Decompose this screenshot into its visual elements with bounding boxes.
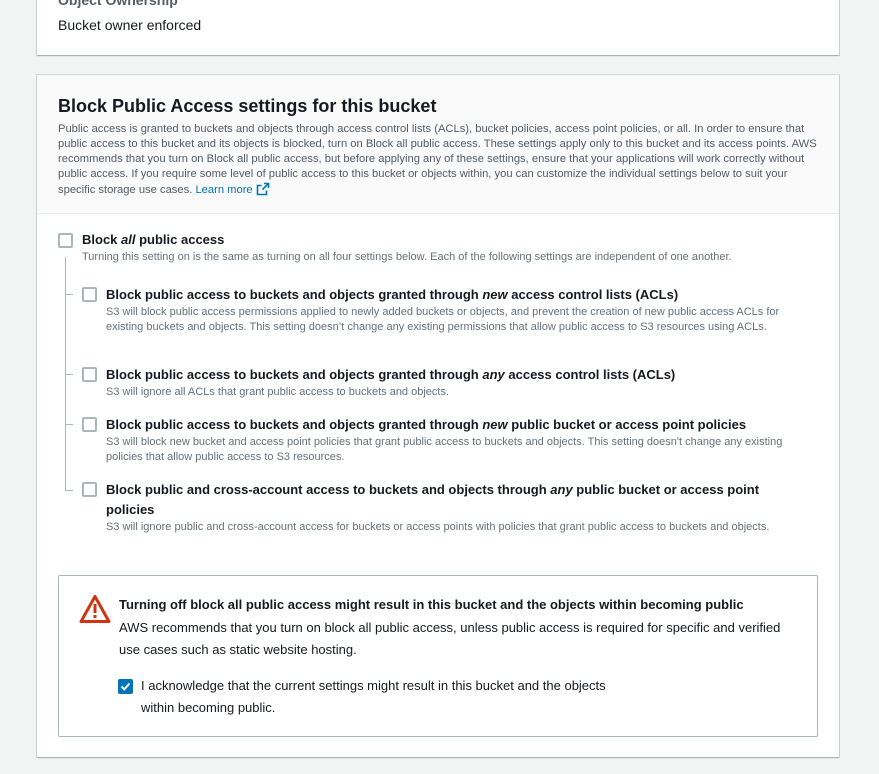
block-all-description: Turning this setting on is the same as t… bbox=[82, 251, 732, 263]
block-public-access-panel: Block Public Access settings for this bu… bbox=[37, 75, 839, 757]
block-all-label[interactable]: Block all public access bbox=[82, 230, 224, 250]
block-new-acls-label[interactable]: Block public access to buckets and objec… bbox=[106, 285, 806, 305]
block-new-policies-description: S3 will block new bucket and access poin… bbox=[106, 436, 783, 463]
check-icon bbox=[120, 682, 131, 691]
block-any-acls-label[interactable]: Block public access to buckets and objec… bbox=[106, 365, 806, 385]
warning-body: AWS recommends that you turn on block al… bbox=[119, 620, 781, 657]
warning-triangle-icon bbox=[79, 594, 111, 629]
block-any-acls-checkbox[interactable] bbox=[82, 367, 97, 382]
block-new-policies-label[interactable]: Block public access to buckets and objec… bbox=[106, 415, 806, 435]
block-new-acls-checkbox[interactable] bbox=[82, 287, 97, 302]
block-new-policies-checkbox[interactable] bbox=[82, 417, 97, 432]
warning-title: Turning off block all public access migh… bbox=[119, 597, 744, 612]
tree-branch bbox=[65, 294, 73, 295]
block-cross-account-description: S3 will ignore public and cross-account … bbox=[106, 521, 770, 533]
tree-branch bbox=[65, 374, 73, 375]
external-link-icon[interactable] bbox=[256, 182, 270, 201]
page-title: Block Public Access settings for this bu… bbox=[58, 96, 437, 116]
object-ownership-label: Object Ownership bbox=[58, 0, 178, 8]
object-ownership-panel: Object Ownership Bucket owner enforced bbox=[37, 0, 839, 55]
tree-branch bbox=[65, 424, 73, 425]
block-cross-account-label[interactable]: Block public and cross-account access to… bbox=[106, 480, 806, 520]
bpa-description: Public access is granted to buckets and … bbox=[58, 122, 820, 201]
warning-alert: Turning off block all public access migh… bbox=[58, 575, 818, 737]
acknowledge-checkbox[interactable] bbox=[118, 679, 133, 694]
bpa-description-text: Public access is granted to buckets and … bbox=[58, 123, 817, 196]
block-new-acls-description: S3 will block public access permissions … bbox=[106, 306, 780, 333]
block-all-public-access-checkbox[interactable] bbox=[58, 233, 73, 248]
block-any-acls-description: S3 will ignore all ACLs that grant publi… bbox=[106, 386, 450, 398]
object-ownership-value: Bucket owner enforced bbox=[58, 17, 202, 33]
learn-more-link[interactable]: Learn more bbox=[195, 184, 252, 196]
block-cross-account-checkbox[interactable] bbox=[82, 482, 97, 497]
tree-branch bbox=[65, 490, 73, 491]
acknowledge-label[interactable]: I acknowledge that the current settings … bbox=[141, 675, 641, 719]
bpa-header: Block Public Access settings for this bu… bbox=[37, 75, 839, 214]
